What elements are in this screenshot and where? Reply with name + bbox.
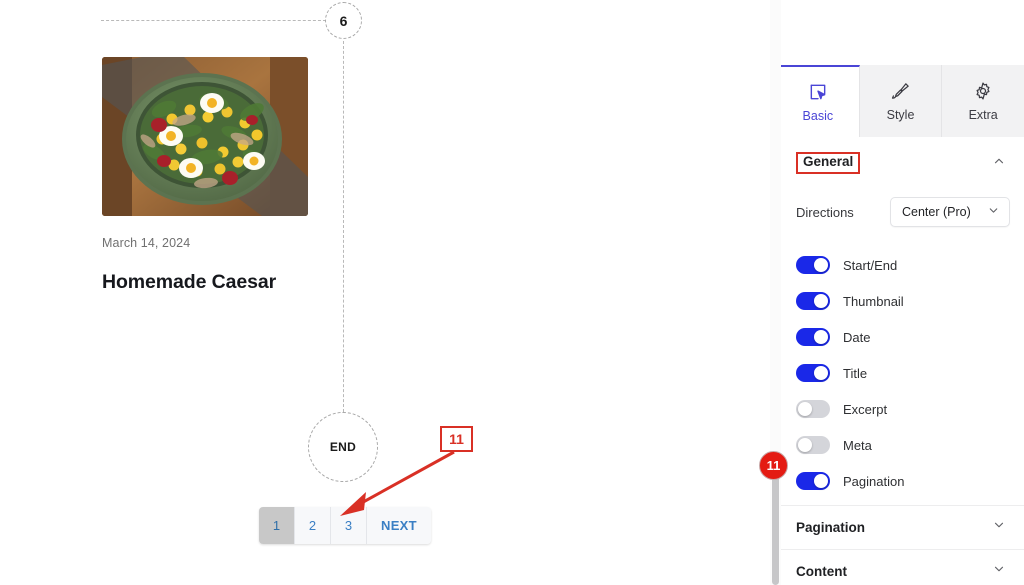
screenshot-root: 6 March 14, 2024 Homemade Caesar END 1 2… bbox=[0, 0, 1024, 585]
chevron-up-icon[interactable] bbox=[992, 154, 1006, 173]
toggle-title[interactable] bbox=[796, 364, 830, 382]
directions-row: Directions Center (Pro) bbox=[777, 189, 1024, 235]
settings-panel: Basic Style Extra General Directions Cen… bbox=[776, 0, 1024, 585]
toggle-row-start-end: Start/End bbox=[777, 247, 1024, 283]
directions-select-value: Center (Pro) bbox=[902, 205, 971, 219]
tab-basic[interactable]: Basic bbox=[777, 65, 860, 137]
toggle-pagination[interactable] bbox=[796, 472, 830, 490]
post-title: Homemade Caesar bbox=[102, 271, 277, 293]
toggle-label-date: Date bbox=[843, 329, 871, 345]
step-marker-6: 6 bbox=[325, 2, 362, 39]
chevron-down-icon[interactable] bbox=[992, 562, 1006, 581]
tab-extra-label: Extra bbox=[968, 107, 998, 122]
toggle-meta[interactable] bbox=[796, 436, 830, 454]
cursor-box-icon bbox=[808, 82, 828, 102]
dashed-connector-horizontal bbox=[101, 20, 326, 21]
directions-select[interactable]: Center (Pro) bbox=[890, 197, 1010, 227]
gear-icon bbox=[973, 81, 993, 101]
toggle-excerpt[interactable] bbox=[796, 400, 830, 418]
tab-style-label: Style bbox=[886, 107, 915, 122]
step-badge-11: 11 bbox=[759, 451, 788, 480]
toggle-label-thumbnail: Thumbnail bbox=[843, 293, 904, 309]
toggle-knob bbox=[814, 258, 828, 272]
toggle-knob bbox=[798, 402, 812, 416]
post-date: March 14, 2024 bbox=[102, 236, 191, 250]
directions-label: Directions bbox=[796, 204, 854, 220]
chevron-down-icon bbox=[987, 204, 1000, 220]
toggle-start-end[interactable] bbox=[796, 256, 830, 274]
annotation-step-badge: 11 bbox=[440, 426, 473, 452]
pagination-page-2[interactable]: 2 bbox=[295, 507, 331, 544]
dashed-connector-vertical bbox=[343, 36, 344, 417]
pagination-page-1[interactable]: 1 bbox=[259, 507, 295, 544]
tab-basic-label: Basic bbox=[802, 108, 834, 123]
toggle-label-title: Title bbox=[843, 365, 868, 381]
pagination-section-title: Pagination bbox=[796, 520, 866, 535]
content-section-header[interactable]: Content bbox=[777, 549, 1024, 585]
post-thumbnail-image bbox=[102, 57, 308, 216]
panel-top-spacer bbox=[777, 0, 1024, 65]
toggle-row-pagination: Pagination bbox=[777, 463, 1024, 499]
toggle-row-date: Date bbox=[777, 319, 1024, 355]
toggle-knob bbox=[798, 438, 812, 452]
toggle-label-meta: Meta bbox=[843, 437, 872, 453]
tab-extra[interactable]: Extra bbox=[942, 65, 1024, 137]
toggle-knob bbox=[814, 330, 828, 344]
pagination-section-header[interactable]: Pagination bbox=[777, 505, 1024, 549]
salad-bowl-photo-icon bbox=[102, 57, 308, 216]
preview-canvas: 6 March 14, 2024 Homemade Caesar END 1 2… bbox=[0, 0, 776, 585]
content-section-title: Content bbox=[796, 564, 847, 579]
toggle-label-pagination: Pagination bbox=[843, 473, 905, 489]
toggle-knob bbox=[814, 474, 828, 488]
toggle-knob bbox=[814, 366, 828, 380]
annotation-arrow-icon bbox=[340, 450, 455, 516]
tab-style[interactable]: Style bbox=[859, 65, 943, 137]
toggle-thumbnail[interactable] bbox=[796, 292, 830, 310]
general-section-header[interactable]: General bbox=[777, 143, 1024, 183]
toggle-row-meta: Meta bbox=[777, 427, 1024, 463]
toggle-label-excerpt: Excerpt bbox=[843, 401, 888, 417]
general-section-title: General bbox=[796, 152, 861, 174]
toggle-date[interactable] bbox=[796, 328, 830, 346]
toggle-label-start-end: Start/End bbox=[843, 257, 898, 273]
toggle-row-thumbnail: Thumbnail bbox=[777, 283, 1024, 319]
paintbrush-icon bbox=[891, 81, 911, 101]
chevron-down-icon[interactable] bbox=[992, 518, 1006, 537]
toggle-row-title: Title bbox=[777, 355, 1024, 391]
feature-toggle-list: Start/End Thumbnail Date Title Excerpt M… bbox=[777, 235, 1024, 505]
toggle-row-excerpt: Excerpt bbox=[777, 391, 1024, 427]
toggle-knob bbox=[814, 294, 828, 308]
panel-tabs: Basic Style Extra bbox=[777, 65, 1024, 137]
